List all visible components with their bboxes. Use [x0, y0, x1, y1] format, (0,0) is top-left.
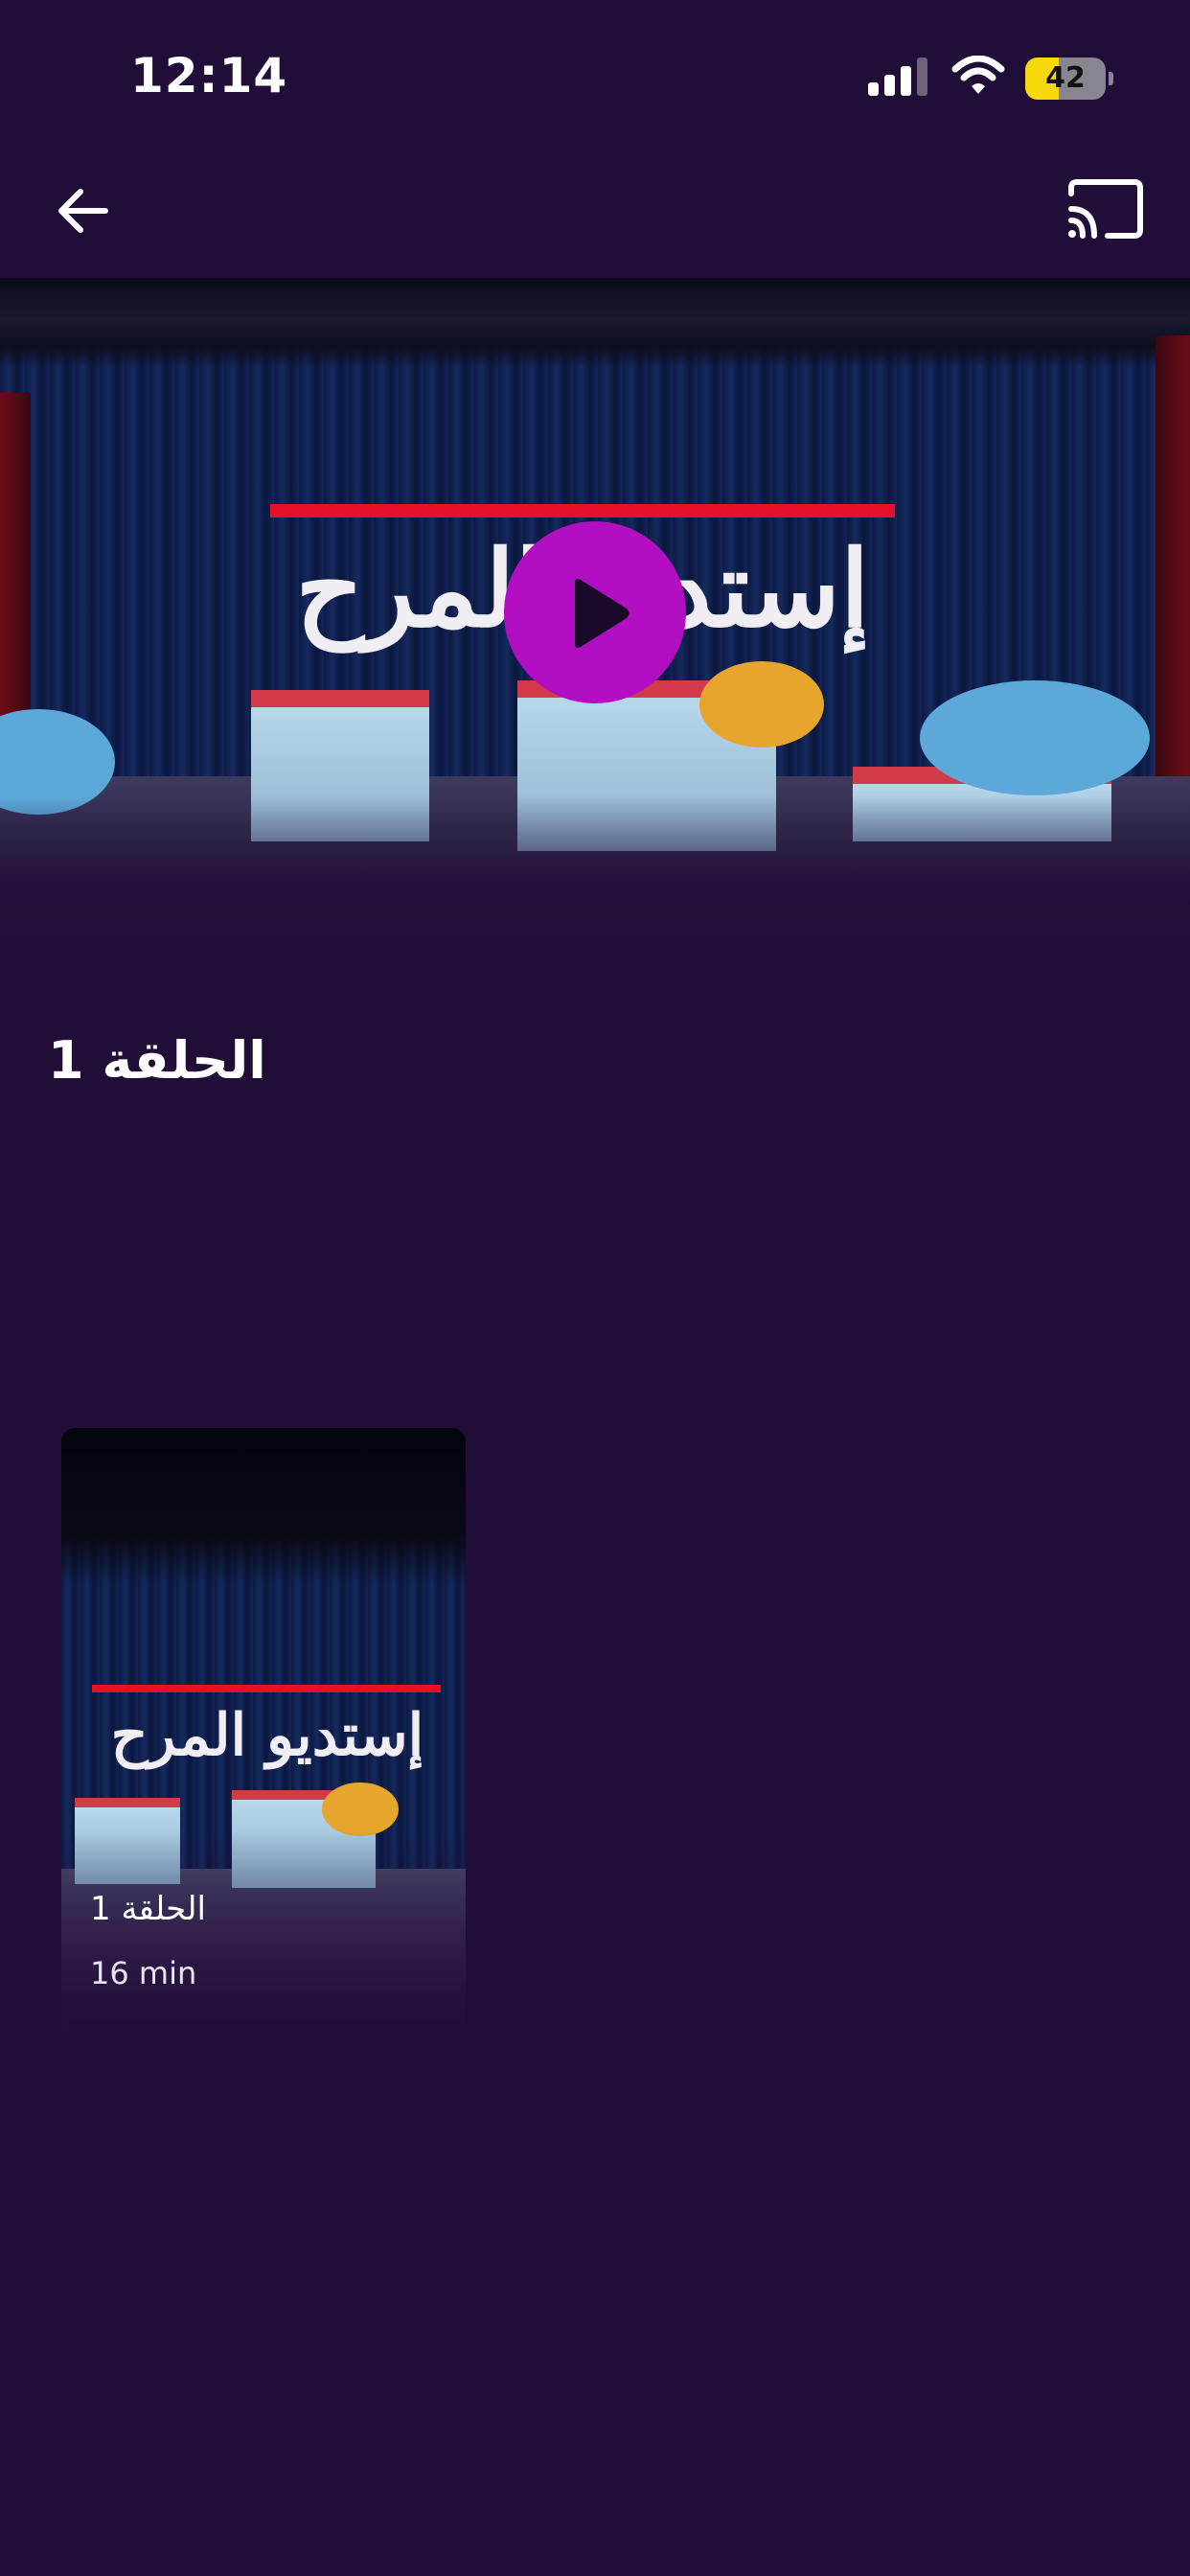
- title-underline: [270, 504, 895, 518]
- battery-indicator: 42: [1025, 58, 1113, 100]
- wifi-icon: [951, 55, 1005, 100]
- cast-icon: [1058, 179, 1150, 253]
- play-icon: [575, 579, 629, 648]
- cellular-signal-icon: [868, 58, 929, 100]
- fish-prop: [322, 1782, 399, 1836]
- fish-prop: [699, 661, 824, 748]
- thumbnail-show-title: إستديو المرح: [110, 1702, 424, 1769]
- back-button[interactable]: [46, 172, 123, 249]
- episode-card-label: الحلقة 1: [90, 1890, 206, 1928]
- status-time: 12:14: [130, 48, 288, 104]
- cast-button[interactable]: [1058, 172, 1150, 249]
- battery-percent: 42: [1045, 61, 1086, 95]
- arrow-left-icon: [46, 189, 123, 253]
- fish-prop: [920, 680, 1150, 795]
- status-bar: 12:14 42: [0, 0, 1190, 144]
- play-button[interactable]: [504, 521, 686, 703]
- episode-title: الحلقة 1: [48, 1030, 266, 1091]
- episode-card-duration: 16 min: [90, 1955, 197, 1991]
- episode-card[interactable]: إستديو المرح الحلقة 1 16 min: [61, 1428, 466, 2034]
